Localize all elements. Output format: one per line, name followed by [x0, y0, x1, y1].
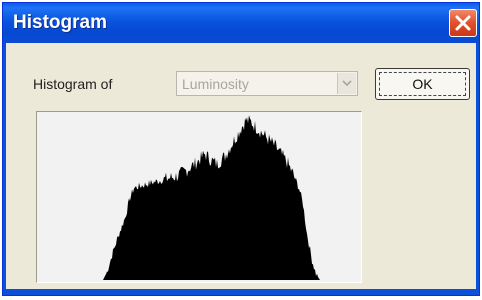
ok-button-label: OK — [412, 76, 433, 92]
histogram-chart — [103, 115, 320, 280]
channel-label: Histogram of — [33, 76, 113, 92]
close-button[interactable] — [449, 9, 477, 37]
channel-dropdown-value: Luminosity — [182, 76, 249, 92]
window-frame-bottom — [3, 289, 479, 295]
channel-dropdown[interactable]: Luminosity — [176, 71, 358, 96]
histogram-display — [36, 111, 362, 283]
chevron-down-icon — [342, 80, 352, 86]
ok-button[interactable]: OK — [375, 68, 470, 100]
window-title: Histogram — [13, 12, 107, 33]
title-bar[interactable]: Histogram — [3, 3, 479, 43]
window-frame-left — [3, 43, 6, 295]
dropdown-button[interactable] — [337, 73, 356, 94]
histogram-graph — [103, 115, 320, 280]
close-icon — [455, 15, 471, 31]
histogram-dialog: Histogram Histogram of Luminosity OK — [2, 2, 480, 296]
window-frame-right — [476, 43, 479, 295]
